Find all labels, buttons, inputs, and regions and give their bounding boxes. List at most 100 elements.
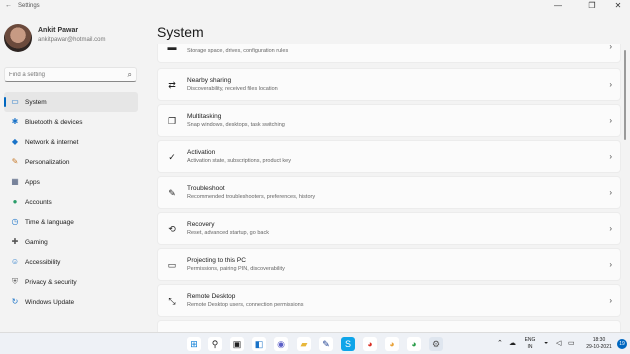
back-arrow-icon[interactable]: ←	[5, 2, 12, 9]
settings-card-remote-desktop[interactable]: ⤡ Remote Desktop Remote Desktop users, con…	[157, 284, 621, 317]
remote-desktop-icon: ⤡	[168, 296, 176, 306]
bluetooth-icon: ✱	[11, 117, 19, 126]
settings-card-multitasking[interactable]: ❐ Multitasking Snap windows, desktops, tas…	[157, 104, 621, 137]
sidebar-nav: ▭ System ✱ Bluetooth & devices ◆ Network & in…	[4, 92, 138, 312]
settings-card-activation[interactable]: ✓ Activation Activation state, subscriptio…	[157, 140, 621, 173]
sidebar-item-network-internet[interactable]: ◆ Network & internet	[4, 132, 138, 152]
skype-icon[interactable]: S	[341, 337, 355, 351]
chevron-right-icon: ›	[609, 188, 612, 197]
chevron-right-icon: ›	[609, 260, 612, 269]
taskbar: ⌃ ☁ ENG IN ◒ ◁ ▭ 18:30 29-10-2021 19 ⊞ ⚲ ▣…	[0, 332, 630, 354]
card-title: Recovery	[187, 221, 215, 228]
profile-name: Ankit Pawar	[38, 27, 79, 34]
scrollbar[interactable]	[624, 50, 626, 140]
chrome-canary-icon[interactable]: ◕	[385, 337, 399, 351]
update-icon: ↻	[11, 297, 19, 306]
multitasking-icon: ❐	[167, 116, 177, 126]
chevron-right-icon: ›	[609, 152, 612, 161]
notification-badge[interactable]: 19	[617, 339, 627, 349]
minimize-button[interactable]: —	[546, 0, 570, 12]
sidebar-item-label: Accessibility	[25, 259, 61, 266]
card-title: Nearby sharing	[187, 77, 232, 84]
sidebar-item-accessibility[interactable]: ☺ Accessibility	[4, 252, 138, 272]
user-profile[interactable]: Ankit Pawar ankitpawar@hotmail.com	[4, 24, 144, 54]
language-bottom[interactable]: IN	[522, 344, 538, 350]
profile-email: ankitpawar@hotmail.com	[38, 37, 106, 43]
tray-overflow-chevron-icon[interactable]: ⌃	[497, 339, 503, 347]
settings-card-recovery[interactable]: ⟲ Recovery Reset, advanced startup, go bac…	[157, 212, 621, 245]
search-input[interactable]	[9, 70, 119, 80]
search-box[interactable]: ⌕	[4, 67, 137, 82]
card-subtitle: Remote Desktop users, connection permiss…	[187, 302, 304, 308]
chat-icon[interactable]: ◉	[274, 337, 288, 351]
sidebar-item-label: Windows Update	[25, 299, 75, 306]
card-subtitle: Discoverability, received files location	[187, 86, 278, 92]
volume-icon[interactable]: ◁	[556, 339, 561, 347]
card-title: Multitasking	[187, 113, 222, 120]
settings-list: ▬ Storage space, drives, configuration ru…	[157, 44, 621, 332]
maximize-button[interactable]: ❐	[580, 0, 604, 12]
clock-time[interactable]: 18:30	[584, 337, 614, 343]
task-view-icon[interactable]: ▣	[230, 337, 244, 351]
settings-card-nearby-sharing[interactable]: ⇄ Nearby sharing Discoverability, received…	[157, 68, 621, 101]
card-title: Projecting to this PC	[187, 257, 246, 264]
page-title: System	[157, 24, 204, 40]
chevron-right-icon: ›	[609, 116, 612, 125]
battery-icon[interactable]: ▭	[568, 339, 575, 347]
chevron-right-icon: ›	[609, 224, 612, 233]
card-subtitle: Snap windows, desktops, task switching	[187, 122, 285, 128]
chevron-right-icon: ›	[609, 296, 612, 305]
storage-icon: ▬	[167, 44, 177, 52]
sidebar-item-label: Time & language	[25, 219, 74, 226]
sidebar-item-accounts[interactable]: ● Accounts	[4, 192, 138, 212]
card-subtitle: Storage space, drives, configuration rul…	[187, 48, 289, 54]
nearby-sharing-icon: ⇄	[168, 80, 176, 90]
settings-app-icon[interactable]: ⚙	[429, 337, 443, 351]
wifi-icon: ◆	[11, 137, 19, 146]
onedrive-icon[interactable]: ☁	[509, 339, 516, 347]
widgets-icon[interactable]: ◧	[252, 337, 266, 351]
sidebar-item-gaming[interactable]: ✚ Gaming	[4, 232, 138, 252]
wifi-tray-icon[interactable]: ◒	[544, 339, 548, 346]
search-icon[interactable]: ⌕	[128, 70, 132, 80]
sidebar-item-privacy-security[interactable]: ⛨ Privacy & security	[4, 272, 138, 292]
sidebar-item-time-language[interactable]: ◷ Time & language	[4, 212, 138, 232]
title-bar: ← Settings — ❐ ✕	[0, 0, 630, 14]
settings-card-clipboard[interactable]: ›	[157, 320, 621, 332]
chrome-icon[interactable]: ◕	[363, 337, 377, 351]
monitor-icon: ▭	[11, 97, 19, 106]
file-explorer-icon[interactable]: ▰	[297, 337, 311, 351]
accessibility-icon: ☺	[10, 257, 20, 266]
settings-card-troubleshoot[interactable]: ✎ Troubleshoot Recommended troubleshooters…	[157, 176, 621, 209]
close-button[interactable]: ✕	[606, 0, 630, 12]
sidebar-item-label: Personalization	[25, 159, 70, 166]
settings-card-projecting-to-this-pc[interactable]: ▭ Projecting to this PC Permissions, pairi…	[157, 248, 621, 281]
chevron-right-icon: ›	[609, 44, 612, 51]
card-subtitle: Permissions, pairing PIN, discoverabilit…	[187, 266, 285, 272]
sidebar-item-label: Apps	[25, 179, 40, 186]
language-top[interactable]: ENG	[522, 337, 538, 343]
card-title: Troubleshoot	[187, 185, 225, 192]
sidebar-item-label: Gaming	[25, 239, 48, 246]
chevron-right-icon: ›	[609, 80, 612, 89]
sidebar-item-label: Privacy & security	[25, 279, 77, 286]
app-title: Settings	[18, 3, 40, 9]
card-title: Remote Desktop	[187, 293, 236, 300]
gamepad-icon: ✚	[11, 237, 19, 246]
chrome-dev-icon[interactable]: ◕	[407, 337, 421, 351]
sidebar-item-label: Bluetooth & devices	[25, 119, 83, 126]
projecting-icon: ▭	[167, 260, 177, 270]
settings-card-storage[interactable]: ▬ Storage space, drives, configuration ru…	[157, 44, 621, 63]
sidebar-item-personalization[interactable]: ✎ Personalization	[4, 152, 138, 172]
sidebar-item-windows-update[interactable]: ↻ Windows Update	[4, 292, 138, 312]
terminal-icon[interactable]: ✎	[319, 337, 333, 351]
globe-clock-icon: ◷	[11, 217, 19, 226]
sidebar-item-bluetooth-devices[interactable]: ✱ Bluetooth & devices	[4, 112, 138, 132]
activation-icon: ✓	[168, 152, 176, 162]
avatar[interactable]	[4, 24, 32, 52]
sidebar-item-system[interactable]: ▭ System	[4, 92, 138, 112]
clock-date[interactable]: 29-10-2021	[584, 344, 614, 350]
start-icon[interactable]: ⊞	[187, 337, 201, 351]
search-taskbar-icon[interactable]: ⚲	[208, 337, 222, 351]
sidebar-item-apps[interactable]: ▦ Apps	[4, 172, 138, 192]
